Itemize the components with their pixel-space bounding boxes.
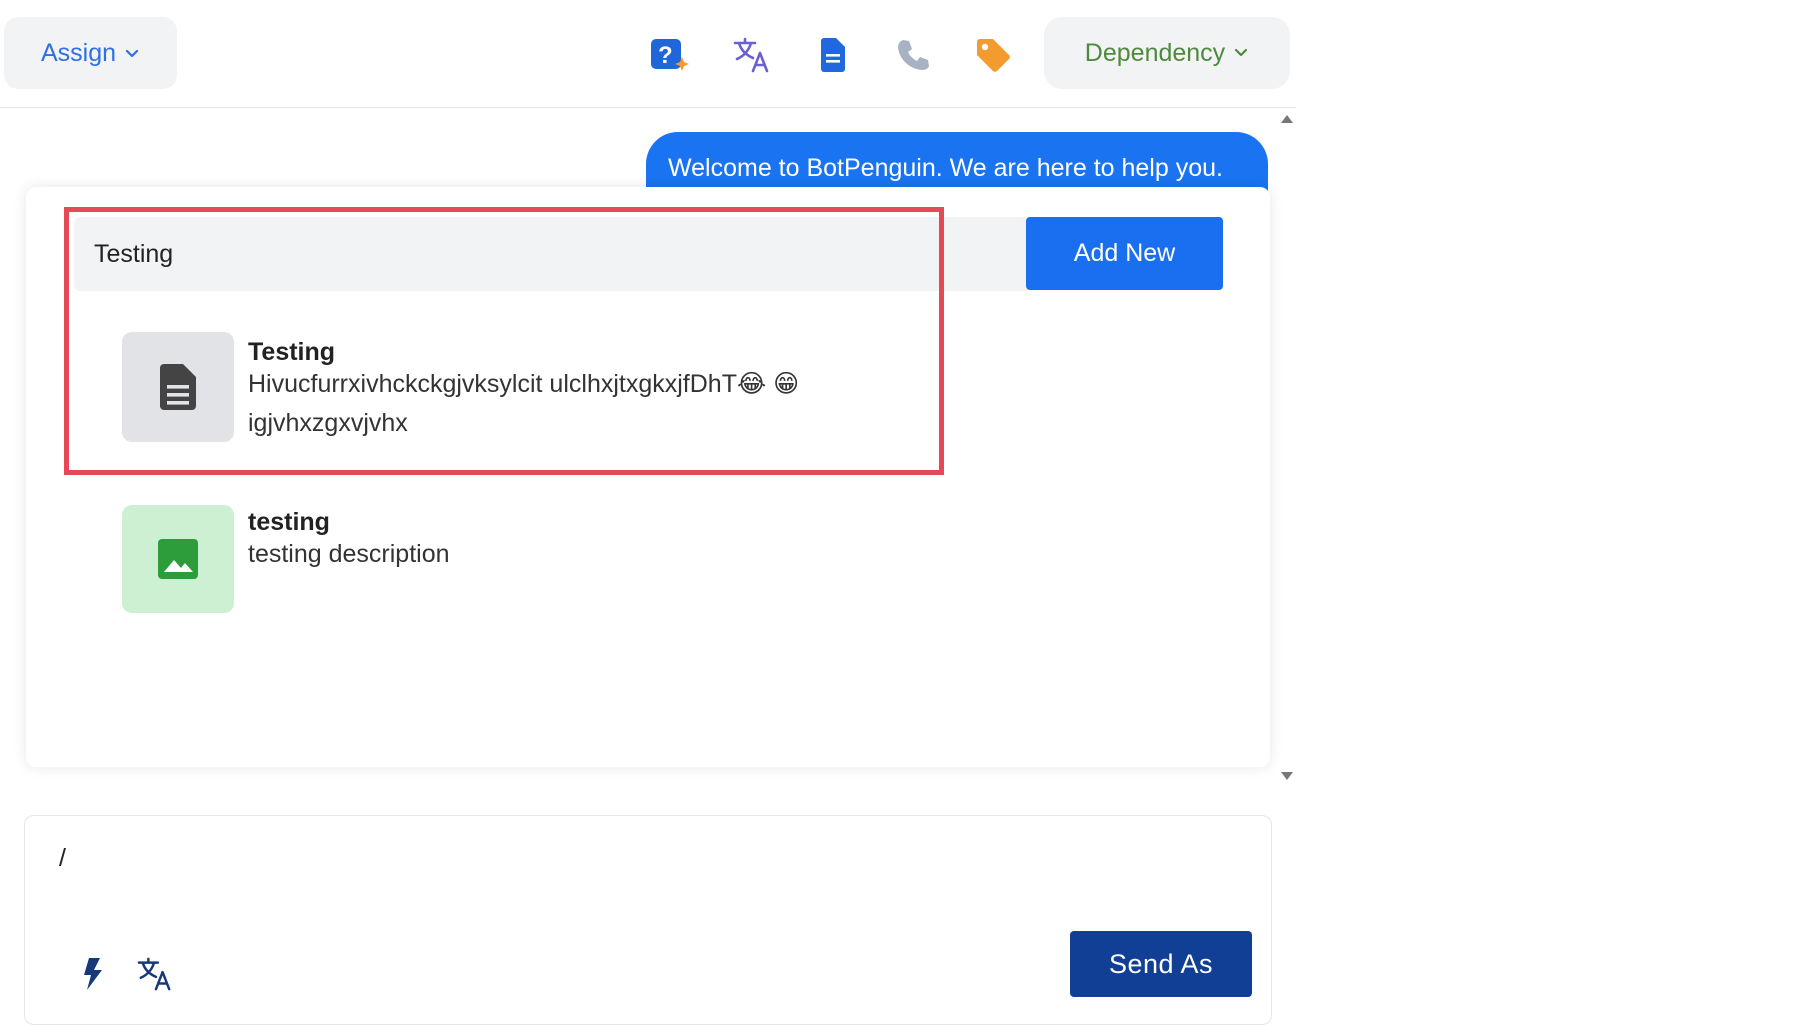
canned-response-search-input[interactable] xyxy=(74,217,1034,291)
lightning-icon[interactable] xyxy=(77,956,107,992)
item-description: Hivucfurrxivhckckgjvksylcit ulclhxjtxgkx… xyxy=(248,370,800,398)
phone-icon[interactable] xyxy=(891,33,935,77)
translate-icon[interactable] xyxy=(137,956,173,992)
dependency-label: Dependency xyxy=(1084,38,1226,67)
bot-message-text: Welcome to BotPenguin. We are here to he… xyxy=(668,154,1223,182)
ai-help-icon[interactable]: ? xyxy=(648,33,692,77)
message-composer[interactable]: / Send As xyxy=(24,815,1272,1025)
item-description: testing description xyxy=(248,540,450,568)
scroll-up-arrow[interactable] xyxy=(1280,112,1294,126)
canned-response-item[interactable]: Testing Hivucfurrxivhckckgjvksylcit ulcl… xyxy=(122,332,862,444)
send-as-button[interactable]: Send As xyxy=(1070,931,1252,997)
item-title: Testing xyxy=(248,338,336,366)
chat-panel: Assign ? Dependency Welcome to BotPengui… xyxy=(0,0,1296,1025)
assign-label: Assign xyxy=(40,38,117,67)
document-icon xyxy=(122,332,234,442)
dependency-dropdown[interactable]: Dependency xyxy=(1044,17,1290,89)
add-new-label: Add New xyxy=(1073,239,1176,267)
assign-dropdown[interactable]: Assign xyxy=(4,17,177,89)
scroll-down-arrow[interactable] xyxy=(1280,769,1294,783)
image-icon xyxy=(122,505,234,613)
svg-text:?: ? xyxy=(658,42,673,69)
translate-icon[interactable] xyxy=(730,33,774,77)
chevron-down-icon xyxy=(1235,48,1248,57)
item-description-continued: igjvhxzgxvjvhx xyxy=(248,409,408,437)
chevron-down-icon xyxy=(125,49,139,58)
composer-input[interactable]: / xyxy=(59,844,66,873)
tag-icon[interactable] xyxy=(971,33,1015,77)
add-new-button[interactable]: Add New xyxy=(1026,217,1223,290)
chat-header: Assign ? Dependency xyxy=(0,0,1296,108)
canned-response-item[interactable]: testing testing description xyxy=(122,505,862,615)
document-icon[interactable] xyxy=(811,33,855,77)
canned-response-popup: Add New Testing Hivucfurrxivhckckgjvksyl… xyxy=(26,187,1270,767)
item-title: testing xyxy=(248,508,330,536)
send-as-label: Send As xyxy=(1108,948,1214,979)
